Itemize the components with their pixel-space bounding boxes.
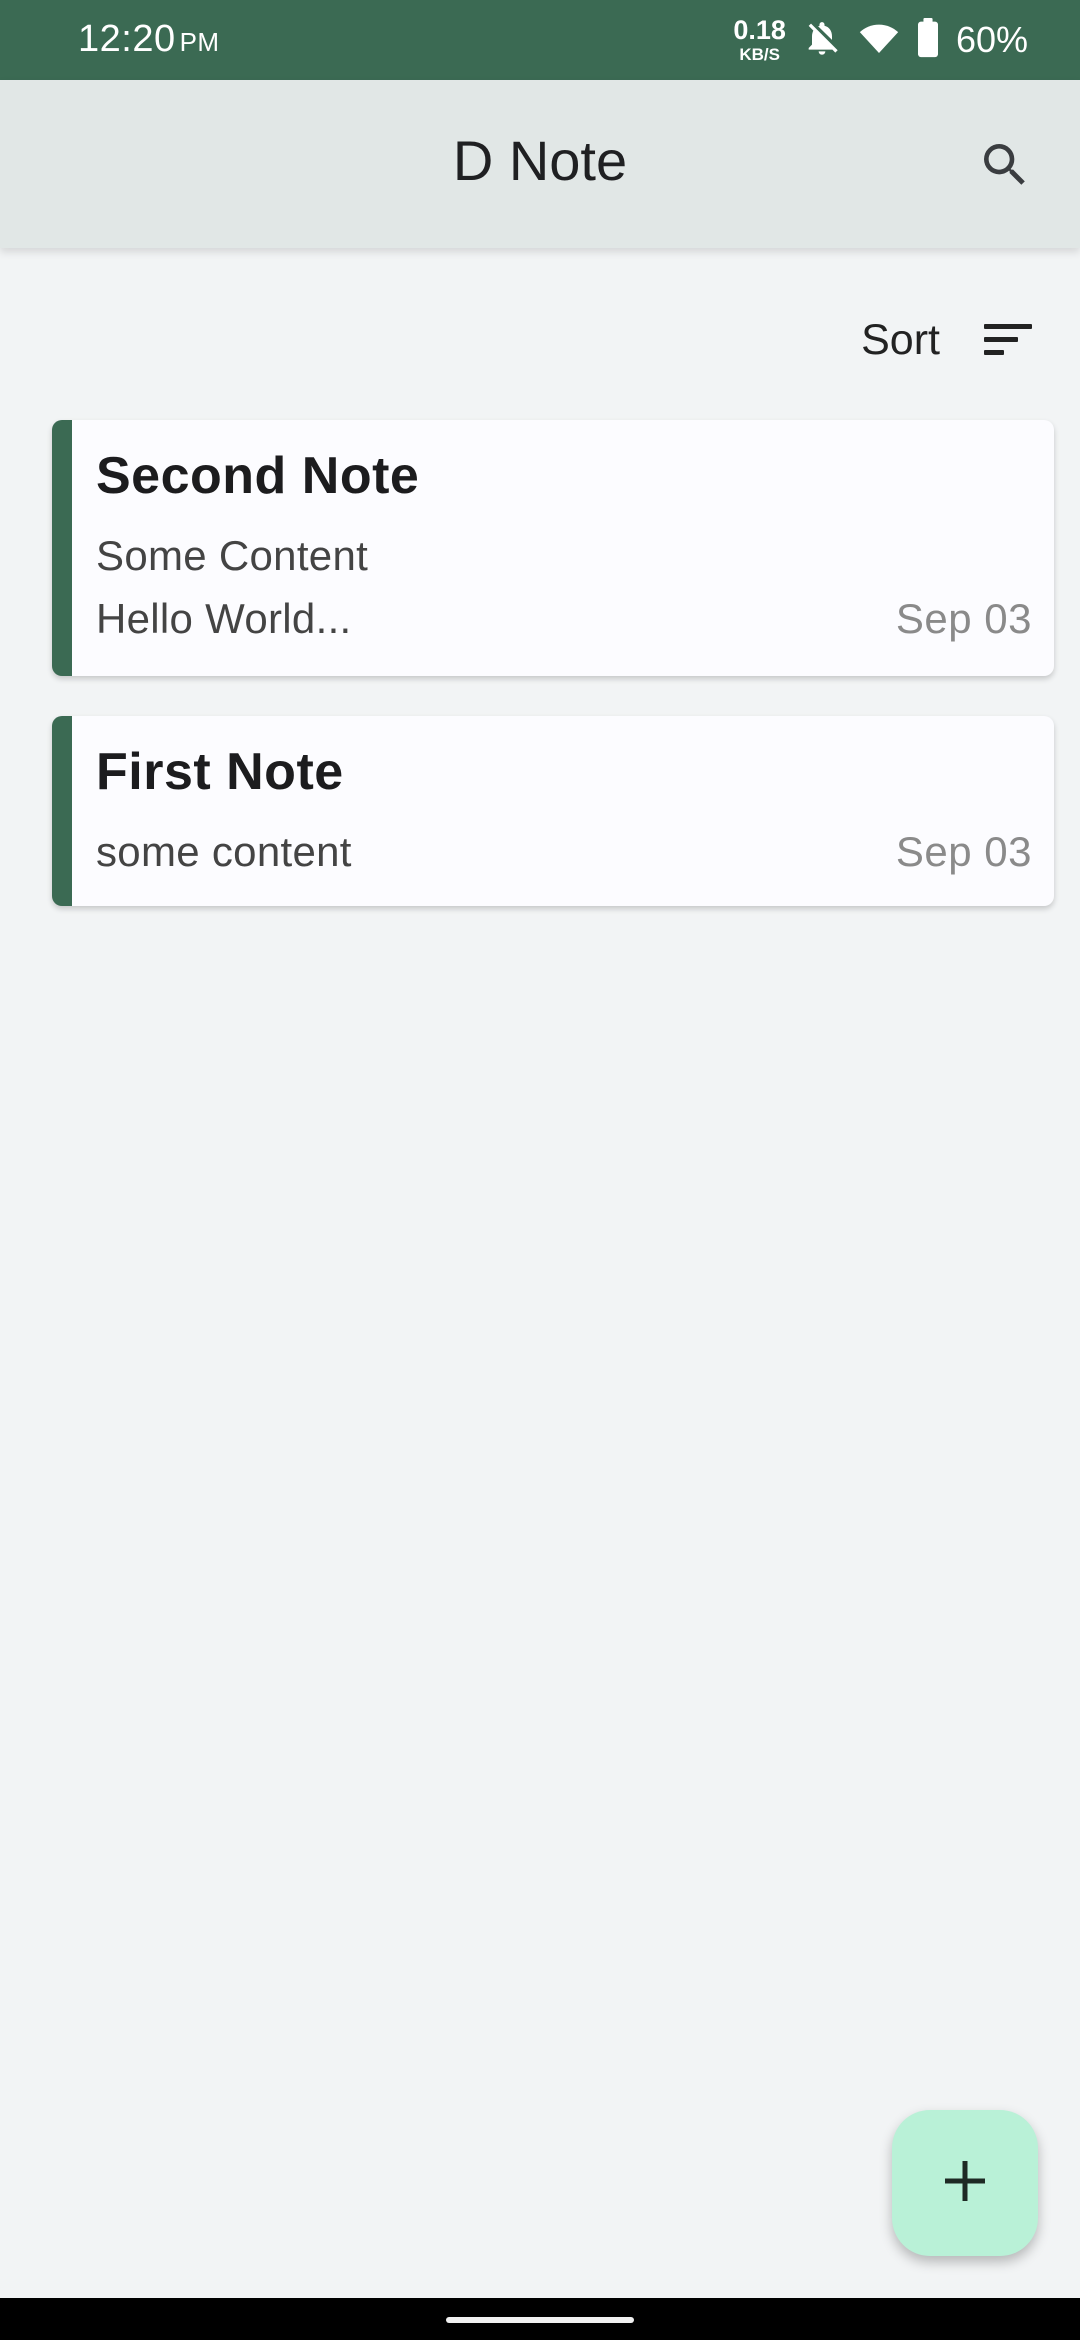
status-time-ampm: PM [179,27,220,57]
note-content-line: some content [96,828,352,875]
note-title: Second Note [96,447,420,505]
status-bar: 12:20 PM 0.18 KB/S 60% [0,0,1080,80]
search-button[interactable] [970,132,1040,202]
note-title: First Note [96,743,344,801]
battery-percent: 60% [955,19,1028,60]
network-speed: 0.18 KB/S [733,15,786,64]
note-date: Sep 03 [895,595,1032,642]
sort-icon[interactable] [976,308,1040,372]
navigation-bar [0,2298,1080,2340]
home-indicator[interactable] [446,2317,634,2323]
add-icon [941,2157,989,2210]
note-content-line: Some Content [96,532,369,579]
status-time-value: 12:20 [78,18,176,60]
note-card[interactable]: First Note some content Sep 03 [52,716,1054,906]
notifications-off-icon [802,18,842,63]
note-date: Sep 03 [895,828,1032,875]
add-note-button[interactable] [892,2110,1038,2256]
wifi-icon [858,18,900,63]
app-bar: D Note [0,80,1080,248]
network-speed-value: 0.18 [733,15,786,45]
sort-control[interactable]: Sort [861,300,1040,380]
network-speed-unit: KB/S [739,45,780,64]
status-icons: 0.18 KB/S 60% [733,14,1028,66]
sort-label: Sort [861,315,940,364]
note-list: Second Note Some Content Hello World... … [52,420,1054,906]
battery-icon [916,17,940,63]
note-content-line: Hello World... [96,595,352,642]
note-card[interactable]: Second Note Some Content Hello World... … [52,420,1054,676]
app-title: D Note [452,129,628,192]
search-icon [977,137,1033,198]
status-time: 12:20 PM [78,18,220,61]
